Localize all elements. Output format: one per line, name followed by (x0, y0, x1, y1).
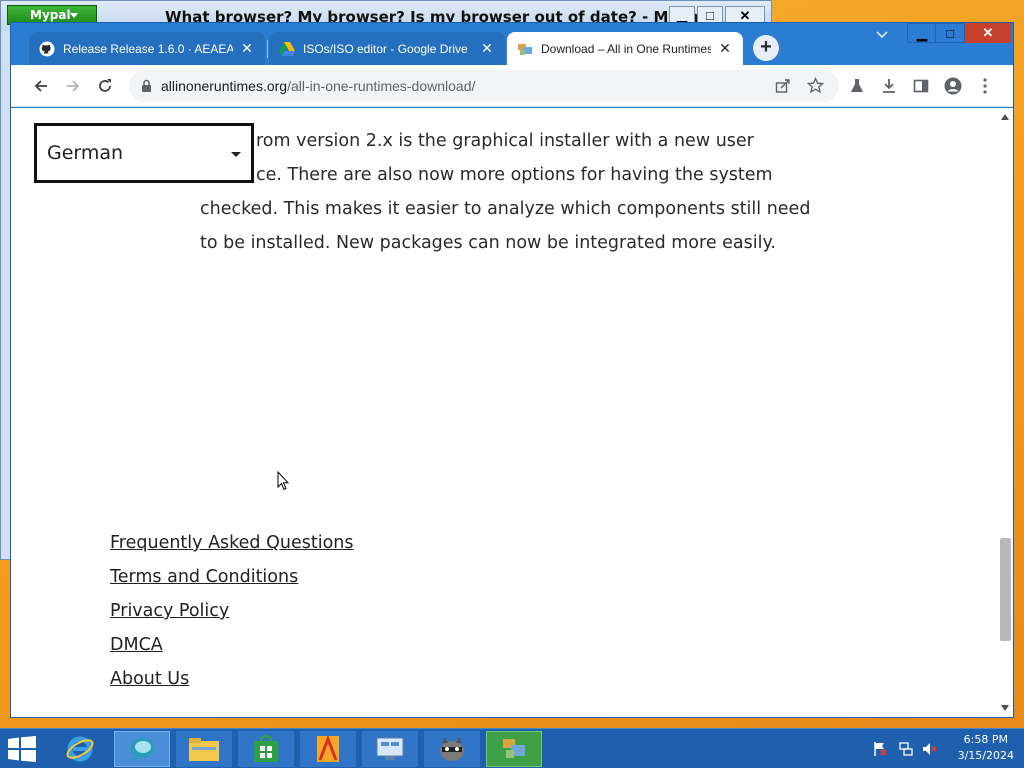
about-link[interactable]: About Us (110, 662, 354, 696)
action-center-flag-icon[interactable] (872, 741, 888, 762)
tab-label: ISOs/ISO editor - Google Drive (303, 41, 468, 56)
google-drive-icon (279, 41, 295, 57)
url-text: allinoneruntimes.org/all-in-one-runtimes… (161, 78, 475, 94)
tab-all-in-one-runtimes[interactable]: Download – All in One Runtimes ✕ (507, 32, 743, 65)
faq-link[interactable]: Frequently Asked Questions (110, 526, 354, 560)
paragraph-line: rom version 2.x is the graphical install… (256, 131, 754, 151)
maximize-button[interactable]: □ (935, 23, 965, 43)
profile-avatar-icon[interactable] (943, 76, 963, 96)
clock[interactable]: 6:58 PM 3/15/2024 (958, 732, 1014, 764)
aio-runtimes-icon (517, 41, 533, 57)
file-explorer-icon[interactable] (176, 731, 232, 767)
internet-explorer-icon[interactable] (52, 731, 108, 767)
volume-muted-icon[interactable] (922, 741, 938, 762)
tab-label: Download – All in One Runtimes (541, 41, 711, 56)
menu-dots-icon[interactable] (975, 76, 995, 96)
taskbar: 6:58 PM 3/15/2024 (0, 728, 1024, 768)
url-domain: allinoneruntimes.org (161, 78, 288, 94)
mypal-menu-label: Mypal (30, 8, 71, 22)
clock-time: 6:58 PM (963, 733, 1008, 746)
scroll-up-arrow-icon[interactable] (1001, 114, 1009, 120)
chevron-down-icon[interactable] (875, 29, 889, 43)
address-bar[interactable]: allinoneruntimes.org/all-in-one-runtimes… (129, 70, 839, 102)
tab-label: Release Release 1.6.0 · AEAEAEA (63, 41, 233, 56)
side-panel-icon[interactable] (911, 76, 931, 96)
taskbar-app-active[interactable] (114, 731, 170, 767)
windows-start-icon[interactable] (8, 736, 38, 762)
scroll-down-arrow-icon[interactable] (1001, 705, 1009, 711)
scrollbar-thumb[interactable] (1000, 538, 1011, 641)
bookmark-star-icon[interactable] (806, 76, 825, 99)
chrome-like-icon[interactable] (486, 731, 542, 767)
url-path: /all-in-one-runtimes-download/ (287, 78, 476, 94)
browser-toolbar: allinoneruntimes.org/all-in-one-runtimes… (11, 65, 1013, 107)
store-icon[interactable] (238, 731, 294, 767)
paragraph-line: checked. This makes it easier to analyze… (200, 199, 811, 219)
footer-links: Frequently Asked Questions Terms and Con… (110, 526, 354, 696)
tab-separator (267, 40, 268, 58)
reload-icon[interactable] (95, 76, 115, 96)
language-select-value: German (47, 142, 124, 164)
app-icon-2[interactable] (300, 731, 356, 767)
raccoon-app-icon[interactable] (424, 731, 480, 767)
tab-strip: Release Release 1.6.0 · AEAEAEA ✕ ISOs/I… (11, 23, 1013, 65)
github-icon (39, 41, 55, 57)
paragraph-line: to be installed. New packages can now be… (200, 233, 776, 253)
labs-flask-icon[interactable] (847, 76, 867, 96)
minimize-button[interactable]: ▁ (907, 23, 937, 43)
close-icon[interactable]: ✕ (479, 40, 495, 57)
control-panel-icon[interactable] (362, 731, 418, 767)
network-icon[interactable] (898, 741, 914, 762)
download-icon[interactable] (879, 76, 899, 96)
intro-paragraph: rom version 2.x is the graphical install… (200, 124, 820, 260)
chrome-window: Release Release 1.6.0 · AEAEAEA ✕ ISOs/I… (10, 22, 1014, 718)
terms-link[interactable]: Terms and Conditions (110, 560, 354, 594)
clock-date: 3/15/2024 (957, 749, 1014, 762)
back-arrow-icon[interactable] (31, 76, 51, 96)
dropdown-arrow-icon (231, 152, 241, 157)
page-viewport: rom version 2.x is the graphical install… (11, 108, 1013, 717)
close-icon[interactable]: ✕ (717, 40, 733, 57)
dmca-link[interactable]: DMCA (110, 628, 354, 662)
lock-icon[interactable] (141, 79, 152, 98)
mouse-cursor-icon (277, 470, 290, 496)
tab-github-release[interactable]: Release Release 1.6.0 · AEAEAEA ✕ (29, 32, 265, 65)
forward-arrow-icon[interactable] (63, 76, 83, 96)
language-select[interactable]: German (34, 123, 254, 183)
new-tab-button[interactable]: + (753, 35, 779, 61)
privacy-link[interactable]: Privacy Policy (110, 594, 354, 628)
tab-google-drive[interactable]: ISOs/ISO editor - Google Drive ✕ (269, 32, 505, 65)
chevron-down-icon (70, 13, 78, 18)
share-icon[interactable] (775, 78, 791, 99)
paragraph-line: ce. There are also now more options for … (256, 165, 773, 185)
close-window-button[interactable]: ✕ (965, 23, 1011, 43)
vertical-scrollbar[interactable] (997, 108, 1013, 717)
close-icon[interactable]: ✕ (239, 40, 255, 57)
